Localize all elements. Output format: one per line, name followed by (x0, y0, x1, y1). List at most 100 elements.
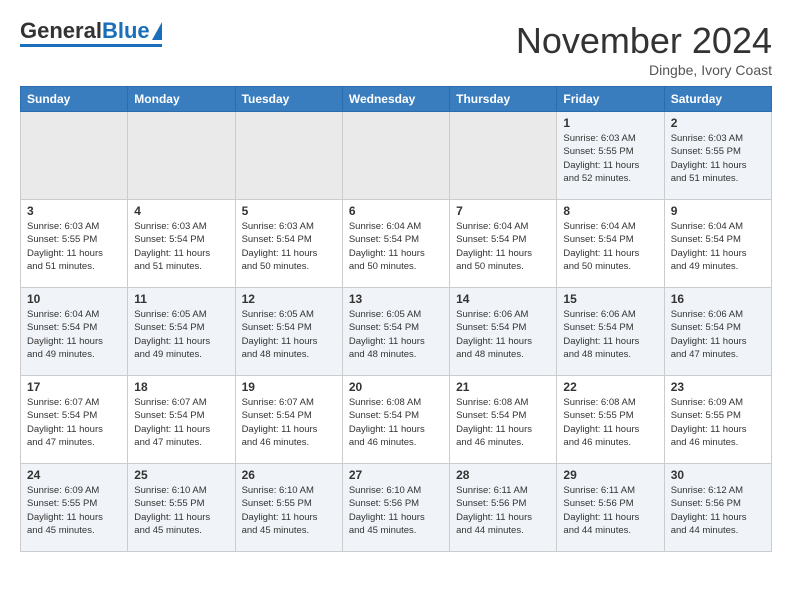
week-row-1: 1 Sunrise: 6:03 AM Sunset: 5:55 PM Daylig… (21, 112, 772, 200)
day-cell-27: 27 Sunrise: 6:10 AM Sunset: 5:56 PM Dayli… (342, 464, 449, 552)
day-number: 28 (456, 468, 550, 482)
week-row-4: 17 Sunrise: 6:07 AM Sunset: 5:54 PM Dayli… (21, 376, 772, 464)
day-cell-3: 3Sunrise: 6:03 AM Sunset: 5:55 PM Daylig… (21, 200, 128, 288)
day-number: 10 (27, 292, 121, 306)
day-info: Sunrise: 6:06 AM Sunset: 5:54 PM Dayligh… (456, 308, 550, 361)
day-info: Sunrise: 6:10 AM Sunset: 5:55 PM Dayligh… (242, 484, 336, 537)
empty-cell (21, 112, 128, 200)
day-info: Sunrise: 6:04 AM Sunset: 5:54 PM Dayligh… (456, 220, 550, 273)
weekday-header-sunday: Sunday (21, 87, 128, 112)
day-cell-20: 20 Sunrise: 6:08 AM Sunset: 5:54 PM Dayli… (342, 376, 449, 464)
calendar-table: SundayMondayTuesdayWednesdayThursdayFrid… (20, 86, 772, 552)
weekday-header-thursday: Thursday (450, 87, 557, 112)
day-info: Sunrise: 6:03 AM Sunset: 5:55 PM Dayligh… (671, 132, 765, 185)
weekday-header-row: SundayMondayTuesdayWednesdayThursdayFrid… (21, 87, 772, 112)
day-info: Sunrise: 6:06 AM Sunset: 5:54 PM Dayligh… (671, 308, 765, 361)
day-cell-4: 4 Sunrise: 6:03 AM Sunset: 5:54 PM Daylig… (128, 200, 235, 288)
day-number: 4 (134, 204, 228, 218)
weekday-header-monday: Monday (128, 87, 235, 112)
day-cell-15: 15 Sunrise: 6:06 AM Sunset: 5:54 PM Dayli… (557, 288, 664, 376)
day-info: Sunrise: 6:11 AM Sunset: 5:56 PM Dayligh… (456, 484, 550, 537)
empty-cell (235, 112, 342, 200)
day-cell-26: 26 Sunrise: 6:10 AM Sunset: 5:55 PM Dayli… (235, 464, 342, 552)
location: Dingbe, Ivory Coast (516, 62, 772, 78)
day-number: 5 (242, 204, 336, 218)
day-cell-25: 25Sunrise: 6:10 AM Sunset: 5:55 PM Dayli… (128, 464, 235, 552)
day-info: Sunrise: 6:06 AM Sunset: 5:54 PM Dayligh… (563, 308, 657, 361)
day-number: 3 (27, 204, 121, 218)
day-number: 6 (349, 204, 443, 218)
day-cell-30: 30 Sunrise: 6:12 AM Sunset: 5:56 PM Dayli… (664, 464, 771, 552)
empty-cell (342, 112, 449, 200)
day-cell-21: 21 Sunrise: 6:08 AM Sunset: 5:54 PM Dayli… (450, 376, 557, 464)
day-info: Sunrise: 6:09 AM Sunset: 5:55 PM Dayligh… (671, 396, 765, 449)
day-info: Sunrise: 6:05 AM Sunset: 5:54 PM Dayligh… (134, 308, 228, 361)
day-info: Sunrise: 6:04 AM Sunset: 5:54 PM Dayligh… (27, 308, 121, 361)
day-number: 12 (242, 292, 336, 306)
weekday-header-saturday: Saturday (664, 87, 771, 112)
day-info: Sunrise: 6:09 AM Sunset: 5:55 PM Dayligh… (27, 484, 121, 537)
day-number: 16 (671, 292, 765, 306)
day-number: 14 (456, 292, 550, 306)
day-cell-8: 8Sunrise: 6:04 AM Sunset: 5:54 PM Daylig… (557, 200, 664, 288)
day-number: 2 (671, 116, 765, 130)
day-number: 18 (134, 380, 228, 394)
empty-cell (128, 112, 235, 200)
day-info: Sunrise: 6:11 AM Sunset: 5:56 PM Dayligh… (563, 484, 657, 537)
day-number: 26 (242, 468, 336, 482)
day-number: 11 (134, 292, 228, 306)
day-info: Sunrise: 6:10 AM Sunset: 5:56 PM Dayligh… (349, 484, 443, 537)
page-header: General Blue November 2024 Dingbe, Ivory… (20, 20, 772, 78)
day-info: Sunrise: 6:03 AM Sunset: 5:54 PM Dayligh… (134, 220, 228, 273)
day-info: Sunrise: 6:08 AM Sunset: 5:54 PM Dayligh… (349, 396, 443, 449)
day-number: 24 (27, 468, 121, 482)
day-number: 27 (349, 468, 443, 482)
day-info: Sunrise: 6:08 AM Sunset: 5:54 PM Dayligh… (456, 396, 550, 449)
day-cell-29: 29 Sunrise: 6:11 AM Sunset: 5:56 PM Dayli… (557, 464, 664, 552)
day-info: Sunrise: 6:04 AM Sunset: 5:54 PM Dayligh… (563, 220, 657, 273)
day-cell-17: 17Sunrise: 6:07 AM Sunset: 5:54 PM Dayli… (21, 376, 128, 464)
day-cell-13: 13 Sunrise: 6:05 AM Sunset: 5:54 PM Dayli… (342, 288, 449, 376)
day-cell-23: 23 Sunrise: 6:09 AM Sunset: 5:55 PM Dayli… (664, 376, 771, 464)
week-row-3: 10 Sunrise: 6:04 AM Sunset: 5:54 PM Dayli… (21, 288, 772, 376)
empty-cell (450, 112, 557, 200)
day-info: Sunrise: 6:07 AM Sunset: 5:54 PM Dayligh… (134, 396, 228, 449)
day-number: 23 (671, 380, 765, 394)
day-cell-14: 14 Sunrise: 6:06 AM Sunset: 5:54 PM Dayli… (450, 288, 557, 376)
day-info: Sunrise: 6:12 AM Sunset: 5:56 PM Dayligh… (671, 484, 765, 537)
day-number: 9 (671, 204, 765, 218)
title-area: November 2024 Dingbe, Ivory Coast (516, 20, 772, 78)
day-cell-10: 10 Sunrise: 6:04 AM Sunset: 5:54 PM Dayli… (21, 288, 128, 376)
logo: General Blue (20, 20, 162, 47)
day-number: 1 (563, 116, 657, 130)
day-number: 7 (456, 204, 550, 218)
week-row-5: 24 Sunrise: 6:09 AM Sunset: 5:55 PM Dayli… (21, 464, 772, 552)
day-cell-16: 16 Sunrise: 6:06 AM Sunset: 5:54 PM Dayli… (664, 288, 771, 376)
logo-blue-text: Blue (102, 20, 150, 42)
day-number: 19 (242, 380, 336, 394)
day-number: 30 (671, 468, 765, 482)
day-number: 20 (349, 380, 443, 394)
day-cell-11: 11 Sunrise: 6:05 AM Sunset: 5:54 PM Dayli… (128, 288, 235, 376)
day-number: 25 (134, 468, 228, 482)
day-cell-7: 7 Sunrise: 6:04 AM Sunset: 5:54 PM Daylig… (450, 200, 557, 288)
day-number: 21 (456, 380, 550, 394)
day-number: 13 (349, 292, 443, 306)
day-cell-22: 22Sunrise: 6:08 AM Sunset: 5:55 PM Dayli… (557, 376, 664, 464)
day-info: Sunrise: 6:08 AM Sunset: 5:55 PM Dayligh… (563, 396, 657, 449)
logo-triangle-icon (152, 22, 162, 40)
day-info: Sunrise: 6:04 AM Sunset: 5:54 PM Dayligh… (671, 220, 765, 273)
week-row-2: 3Sunrise: 6:03 AM Sunset: 5:55 PM Daylig… (21, 200, 772, 288)
logo-underline (20, 44, 162, 47)
day-info: Sunrise: 6:05 AM Sunset: 5:54 PM Dayligh… (349, 308, 443, 361)
day-cell-6: 6Sunrise: 6:04 AM Sunset: 5:54 PM Daylig… (342, 200, 449, 288)
day-cell-19: 19Sunrise: 6:07 AM Sunset: 5:54 PM Dayli… (235, 376, 342, 464)
day-cell-9: 9 Sunrise: 6:04 AM Sunset: 5:54 PM Daylig… (664, 200, 771, 288)
day-number: 15 (563, 292, 657, 306)
day-info: Sunrise: 6:03 AM Sunset: 5:54 PM Dayligh… (242, 220, 336, 273)
day-number: 29 (563, 468, 657, 482)
logo-general-text: General (20, 20, 102, 42)
day-cell-12: 12Sunrise: 6:05 AM Sunset: 5:54 PM Dayli… (235, 288, 342, 376)
day-cell-28: 28 Sunrise: 6:11 AM Sunset: 5:56 PM Dayli… (450, 464, 557, 552)
day-number: 17 (27, 380, 121, 394)
